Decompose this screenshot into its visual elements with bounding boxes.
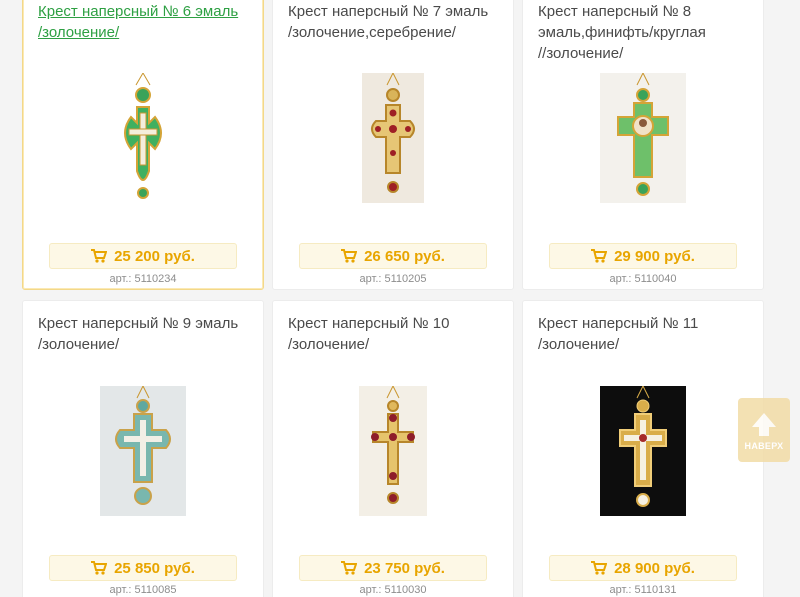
article-number: арт.: 5110205	[359, 273, 427, 285]
cart-icon	[591, 249, 608, 263]
product-title-line: //золочение/	[538, 45, 624, 62]
product-image[interactable]	[600, 386, 686, 516]
price-tag[interactable]: 28 900 руб.	[549, 555, 737, 581]
article-number: арт.: 5110131	[609, 584, 677, 596]
back-to-top-button[interactable]: НАВЕРХ	[738, 398, 790, 462]
product-title-link[interactable]: Крест наперсный № 11 /золочение/	[538, 313, 753, 355]
product-title-line: /золочение/	[38, 336, 120, 353]
product-title-line: /золочение/	[538, 336, 620, 353]
price-value: 25 200 руб.	[114, 247, 195, 265]
product-card[interactable]: Крест наперсный № 8 эмаль,финифть/кругла…	[522, 0, 764, 290]
price-tag[interactable]: 29 900 руб.	[549, 243, 737, 269]
cart-icon	[341, 561, 358, 575]
product-title-link[interactable]: Крест наперсный № 8 эмаль,финифть/кругла…	[538, 1, 753, 64]
article-number: арт.: 5110040	[609, 273, 677, 285]
price-value: 28 900 руб.	[614, 559, 695, 577]
product-title-line: Крест наперсный № 10	[288, 315, 450, 332]
product-image[interactable]	[359, 386, 427, 516]
product-title-line: Крест наперсный № 6 эмаль	[38, 3, 239, 20]
product-grid: Крест наперсный № 6 эмаль /золочение/ 25…	[0, 0, 800, 597]
price-tag[interactable]: 23 750 руб.	[299, 555, 487, 581]
arrow-up-icon	[749, 409, 779, 439]
product-card[interactable]: Крест наперсный № 10 /золочение/ 23 750 …	[272, 300, 514, 597]
price-tag[interactable]: 25 850 руб.	[49, 555, 237, 581]
article-number: арт.: 5110030	[359, 584, 427, 596]
product-title-line: Крест наперсный № 8	[538, 3, 692, 20]
product-card[interactable]: Крест наперсный № 11 /золочение/ 28 900 …	[522, 300, 764, 597]
product-card[interactable]: Крест наперсный № 9 эмаль /золочение/ 25…	[22, 300, 264, 597]
product-image[interactable]	[100, 386, 186, 516]
cart-icon	[591, 561, 608, 575]
article-number: арт.: 5110085	[109, 584, 177, 596]
price-tag[interactable]: 26 650 руб.	[299, 243, 487, 269]
product-title-line: /золочение,серебрение/	[288, 24, 456, 41]
price-value: 26 650 руб.	[364, 247, 445, 265]
product-title-line: /золочение/	[38, 24, 120, 41]
cart-icon	[91, 561, 108, 575]
article-number: арт.: 5110234	[109, 273, 177, 285]
price-value: 25 850 руб.	[114, 559, 195, 577]
product-title-line: Крест наперсный № 9 эмаль	[38, 315, 239, 332]
product-title-line: /золочение/	[288, 336, 370, 353]
product-title-line: эмаль,финифть/круглая	[538, 24, 706, 41]
product-title-link[interactable]: Крест наперсный № 9 эмаль /золочение/	[38, 313, 253, 355]
product-image[interactable]	[600, 73, 686, 203]
product-title-link[interactable]: Крест наперсный № 10 /золочение/	[288, 313, 503, 355]
price-value: 23 750 руб.	[364, 559, 445, 577]
product-title-line: Крест наперсный № 11	[538, 315, 699, 332]
back-to-top-label: НАВЕРХ	[744, 441, 784, 451]
product-title-line: Крест наперсный № 7 эмаль	[288, 3, 489, 20]
product-title-link[interactable]: Крест наперсный № 6 эмаль /золочение/	[38, 1, 253, 43]
product-image[interactable]	[109, 73, 177, 203]
product-card[interactable]: Крест наперсный № 7 эмаль /золочение,сер…	[272, 0, 514, 290]
product-title-link[interactable]: Крест наперсный № 7 эмаль /золочение,сер…	[288, 1, 503, 43]
cart-icon	[341, 249, 358, 263]
product-image[interactable]	[362, 73, 424, 203]
price-value: 29 900 руб.	[614, 247, 695, 265]
price-tag[interactable]: 25 200 руб.	[49, 243, 237, 269]
product-card[interactable]: Крест наперсный № 6 эмаль /золочение/ 25…	[22, 0, 264, 290]
cart-icon	[91, 249, 108, 263]
